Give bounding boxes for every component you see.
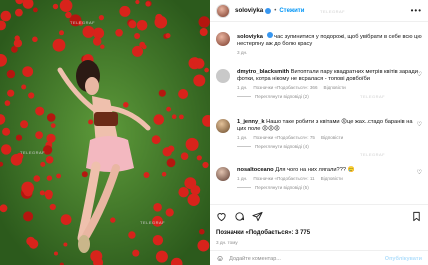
avatar[interactable] [216, 167, 230, 181]
follow-button[interactable]: Стежити [279, 8, 304, 14]
caption-time: 3 дн. [237, 50, 248, 56]
comments-section: soloviyka час зупинитися у подорожі, щоб… [210, 22, 428, 204]
comment-likes[interactable]: Позначки «Подобається»: 75 [253, 135, 315, 140]
post-footer: Позначки «Подобається»: 3 775 3 дн. тому… [210, 204, 428, 265]
comment-likes[interactable]: Позначки «Подобається»: 11 [253, 176, 314, 181]
comment-text: Для чого на них лягали??? 🥲 [275, 167, 355, 173]
post-date: 3 дн. тому [216, 240, 238, 245]
avatar[interactable] [216, 32, 230, 46]
avatar[interactable] [216, 3, 230, 18]
avatar[interactable] [216, 119, 230, 133]
share-icon[interactable] [252, 211, 263, 222]
comment: ♡ dmytro_blacksmith Витоптали пару квадр… [216, 69, 422, 99]
heart-icon[interactable] [216, 211, 227, 222]
comment-time: 1 дн. [237, 176, 248, 182]
bookmark-icon[interactable] [411, 211, 422, 222]
watermark: TELEGRAF [70, 20, 96, 25]
post-likes[interactable]: Позначки «Подобається»: 3 775 [216, 230, 310, 236]
comment-username[interactable]: nosaltoceano [237, 167, 274, 173]
more-options-icon[interactable]: ••• [411, 6, 422, 15]
add-comment-bar: ☺ Додайте коментар... Опублікувати [210, 250, 428, 265]
watermark: TELEGRAF [360, 152, 386, 157]
reply-button[interactable]: Відповісти [321, 135, 343, 140]
like-comment-icon[interactable]: ♡ [417, 121, 422, 128]
add-comment-input[interactable]: Додайте коментар... [229, 256, 281, 262]
like-comment-icon[interactable]: ♡ [417, 71, 422, 78]
post-details-panel: soloviyka • Стежити ••• TELEGRAF soloviy… [210, 0, 428, 265]
reply-button[interactable]: Відповісти [321, 176, 343, 181]
comment-username[interactable]: 1_jenny_k [237, 119, 265, 125]
post-header: soloviyka • Стежити ••• TELEGRAF [210, 0, 428, 22]
comment-icon[interactable] [234, 211, 245, 222]
view-replies[interactable]: Переглянути відповіді (4) [237, 144, 422, 149]
watermark: TELEGRAF [140, 220, 166, 225]
watermark: TELEGRAF [320, 9, 346, 14]
post-photo[interactable]: TELEGRAF TELEGRAF TELEGRAF [0, 0, 210, 265]
like-comment-icon[interactable]: ♡ [417, 169, 422, 176]
reply-button[interactable]: Відповісти [324, 85, 346, 90]
comment: ♡ 1_jenny_k Нашо таке робити з квітами 😡… [216, 119, 422, 149]
watermark: TELEGRAF [20, 150, 46, 155]
verified-icon [265, 7, 272, 14]
caption-username[interactable]: soloviyka [237, 34, 263, 40]
avatar[interactable] [216, 69, 230, 83]
verified-icon [266, 32, 273, 38]
caption: soloviyka час зупинитися у подорожі, щоб… [216, 32, 422, 55]
view-replies[interactable]: Переглянути відповіді (5) [237, 185, 422, 190]
comment-likes[interactable]: Позначки «Подобається»: 366 [253, 85, 317, 90]
caption-text: час зупинитися у подорожі, щоб увібрати … [237, 34, 422, 48]
post-comment-button[interactable]: Опублікувати [385, 256, 422, 262]
watermark: TELEGRAF [360, 94, 386, 99]
view-replies[interactable]: Переглянути відповіді (2) [237, 94, 422, 99]
post-modal: TELEGRAF TELEGRAF TELEGRAF soloviyka • С… [0, 0, 428, 265]
author-username[interactable]: soloviyka [235, 7, 263, 14]
comment-time: 1 дн. [237, 135, 248, 141]
comment-time: 1 дн. [237, 85, 248, 91]
poppy-field-photo [0, 0, 210, 265]
separator-dot: • [274, 7, 277, 14]
emoji-icon[interactable]: ☺ [216, 254, 224, 263]
comment: ♡ nosaltoceano Для чого на них лягали???… [216, 167, 422, 190]
comment-username[interactable]: dmytro_blacksmith [237, 69, 289, 75]
action-bar [216, 211, 263, 222]
